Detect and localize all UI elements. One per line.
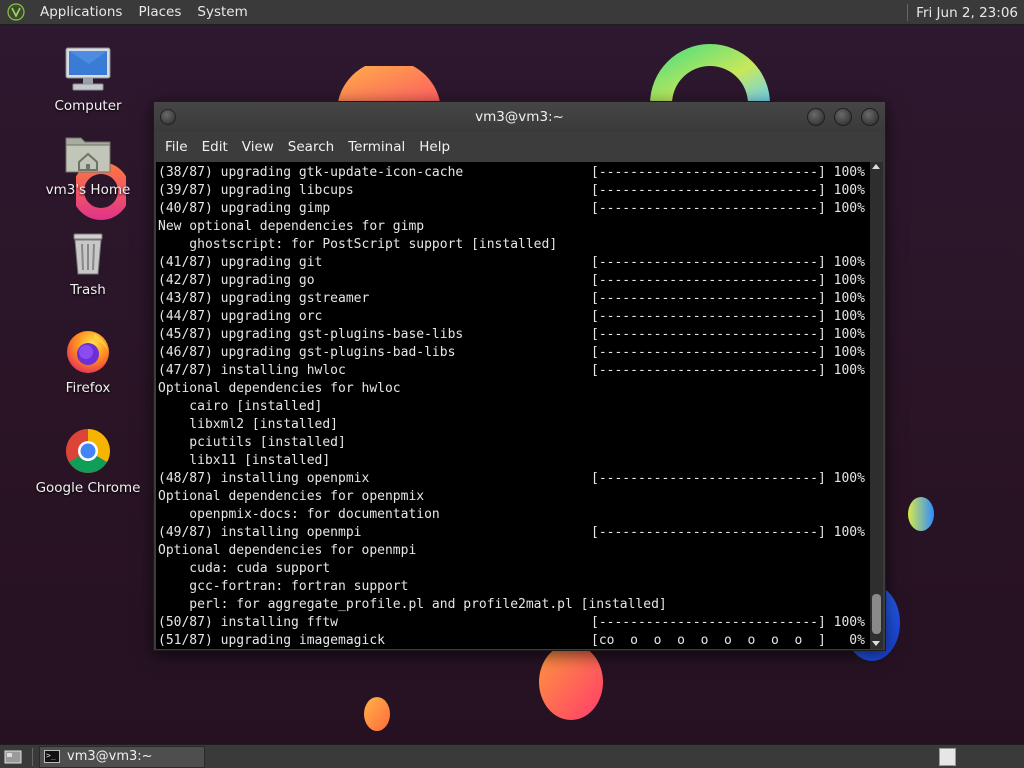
panel-separator	[32, 747, 33, 766]
desktop-icon-computer[interactable]: Computer	[33, 44, 143, 114]
panel-separator	[907, 4, 909, 21]
places-menu[interactable]: Places	[130, 4, 189, 20]
terminal-progress-bar: [----------------------------] 100%	[591, 201, 865, 216]
terminal-line: pciutils [installed]	[158, 435, 346, 450]
trash-icon	[63, 228, 113, 278]
terminal-line: (38/87) upgrading gtk-update-icon-cache	[158, 165, 464, 180]
chrome-icon	[63, 426, 113, 476]
wallpaper-oval-small	[908, 497, 934, 531]
terminal-line: (40/87) upgrading gimp	[158, 201, 331, 216]
taskbar-task-label: vm3@vm3:~	[67, 749, 153, 764]
desktop-icon-home[interactable]: vm3's Home	[33, 128, 143, 198]
maximize-button[interactable]	[834, 108, 852, 126]
terminal-progress-bar: [----------------------------] 100%	[591, 291, 865, 306]
terminal-line: libxml2 [installed]	[158, 417, 339, 432]
terminal-line: (51/87) upgrading imagemagick	[158, 633, 385, 648]
wallpaper-circle-orange	[338, 66, 440, 102]
terminal-progress-bar: [----------------------------] 100%	[591, 615, 865, 630]
terminal-line: ghostscript: for PostScript support [ins…	[158, 237, 558, 252]
terminal-line: (49/87) installing openmpi	[158, 525, 362, 540]
terminal-line: New optional dependencies for gimp	[158, 219, 425, 234]
desktop-icon-label: Firefox	[65, 380, 111, 396]
workspace-switcher[interactable]	[939, 748, 956, 766]
bottom-panel: >_ vm3@vm3:~	[0, 744, 1024, 768]
scroll-down-arrow-icon[interactable]	[872, 641, 880, 646]
terminal-progress-bar: [----------------------------] 100%	[591, 183, 865, 198]
terminal-progress-bar: [----------------------------] 100%	[591, 525, 865, 540]
desktop-icon-firefox[interactable]: Firefox	[33, 326, 143, 396]
terminal-progress-bar: [----------------------------] 100%	[591, 165, 865, 180]
wallpaper-ring-green	[650, 44, 770, 104]
terminal-output[interactable]: (38/87) upgrading gtk-update-icon-cache […	[156, 162, 871, 649]
applications-menu[interactable]: Applications	[32, 4, 130, 20]
terminal-line: cuda: cuda support	[158, 561, 331, 576]
desktop-icon-chrome[interactable]: Google Chrome	[33, 426, 143, 496]
wallpaper-oval-orange	[539, 646, 603, 720]
terminal-line: (44/87) upgrading orc	[158, 309, 323, 324]
computer-icon	[63, 44, 113, 94]
menu-edit[interactable]: Edit	[195, 139, 235, 155]
terminal-line: (45/87) upgrading gst-plugins-base-libs	[158, 327, 464, 342]
terminal-line: (41/87) upgrading git	[158, 255, 323, 270]
terminal-progress-bar: [----------------------------] 100%	[591, 345, 865, 360]
firefox-icon	[63, 326, 113, 376]
menu-search[interactable]: Search	[281, 139, 341, 155]
clock-area: Fri Jun 2, 23:06	[907, 0, 1020, 25]
terminal-line: (48/87) installing openpmix	[158, 471, 370, 486]
terminal-scrollbar[interactable]	[870, 162, 883, 649]
terminal-line: Optional dependencies for openmpi	[158, 543, 417, 558]
show-desktop-icon[interactable]	[2, 747, 24, 767]
terminal-line: (43/87) upgrading gstreamer	[158, 291, 370, 306]
scrollbar-thumb[interactable]	[872, 594, 881, 634]
home-folder-icon	[63, 128, 113, 178]
window-title: vm3@vm3:~	[475, 109, 564, 125]
system-menu[interactable]: System	[189, 4, 255, 20]
terminal-window[interactable]: vm3@vm3:~ File Edit View Search Terminal…	[153, 101, 886, 651]
menu-terminal[interactable]: Terminal	[341, 139, 412, 155]
minimize-button[interactable]	[807, 108, 825, 126]
terminal-line: perl: for aggregate_profile.pl and profi…	[158, 597, 667, 612]
window-controls	[807, 108, 879, 126]
terminal-progress-bar: [co o o o o o o o o ] 0%	[591, 633, 865, 648]
terminal-progress-bar: [----------------------------] 100%	[591, 255, 865, 270]
wallpaper-oval-tiny	[364, 697, 390, 731]
scroll-up-arrow-icon[interactable]	[872, 164, 880, 169]
close-button[interactable]	[861, 108, 879, 126]
desktop-icon-label: Google Chrome	[35, 480, 141, 496]
terminal-line: Optional dependencies for hwloc	[158, 381, 401, 396]
menu-view[interactable]: View	[235, 139, 281, 155]
terminal-line: (42/87) upgrading go	[158, 273, 315, 288]
top-panel: Applications Places System Fri Jun 2, 23…	[0, 0, 1024, 25]
terminal-line: (39/87) upgrading libcups	[158, 183, 354, 198]
clock[interactable]: Fri Jun 2, 23:06	[916, 5, 1020, 21]
terminal-progress-bar: [----------------------------] 100%	[591, 309, 865, 324]
menu-file[interactable]: File	[158, 139, 195, 155]
terminal-line: gcc-fortran: fortran support	[158, 579, 409, 594]
terminal-icon: >_	[44, 750, 60, 763]
desktop-icon-label: vm3's Home	[45, 182, 131, 198]
terminal-menubar: File Edit View Search Terminal Help	[154, 132, 885, 161]
terminal-line: (47/87) installing hwloc	[158, 363, 346, 378]
window-titlebar[interactable]: vm3@vm3:~	[154, 102, 885, 132]
terminal-line: cairo [installed]	[158, 399, 323, 414]
distro-logo-icon[interactable]	[6, 2, 26, 22]
terminal-line: libx11 [installed]	[158, 453, 331, 468]
terminal-line: Optional dependencies for openpmix	[158, 489, 425, 504]
terminal-line: openpmix-docs: for documentation	[158, 507, 440, 522]
terminal-line: (50/87) installing fftw	[158, 615, 339, 630]
terminal-progress-bar: [----------------------------] 100%	[591, 471, 865, 486]
desktop-icon-label: Computer	[54, 98, 122, 114]
terminal-progress-bar: [----------------------------] 100%	[591, 363, 865, 378]
desktop-icon-trash[interactable]: Trash	[33, 228, 143, 298]
menu-help[interactable]: Help	[412, 139, 457, 155]
terminal-line: (46/87) upgrading gst-plugins-bad-libs	[158, 345, 456, 360]
taskbar-terminal-button[interactable]: >_ vm3@vm3:~	[39, 745, 205, 768]
desktop-icon-label: Trash	[70, 282, 106, 298]
terminal-progress-bar: [----------------------------] 100%	[591, 327, 865, 342]
window-menu-button[interactable]	[160, 109, 176, 125]
terminal-progress-bar: [----------------------------] 100%	[591, 273, 865, 288]
